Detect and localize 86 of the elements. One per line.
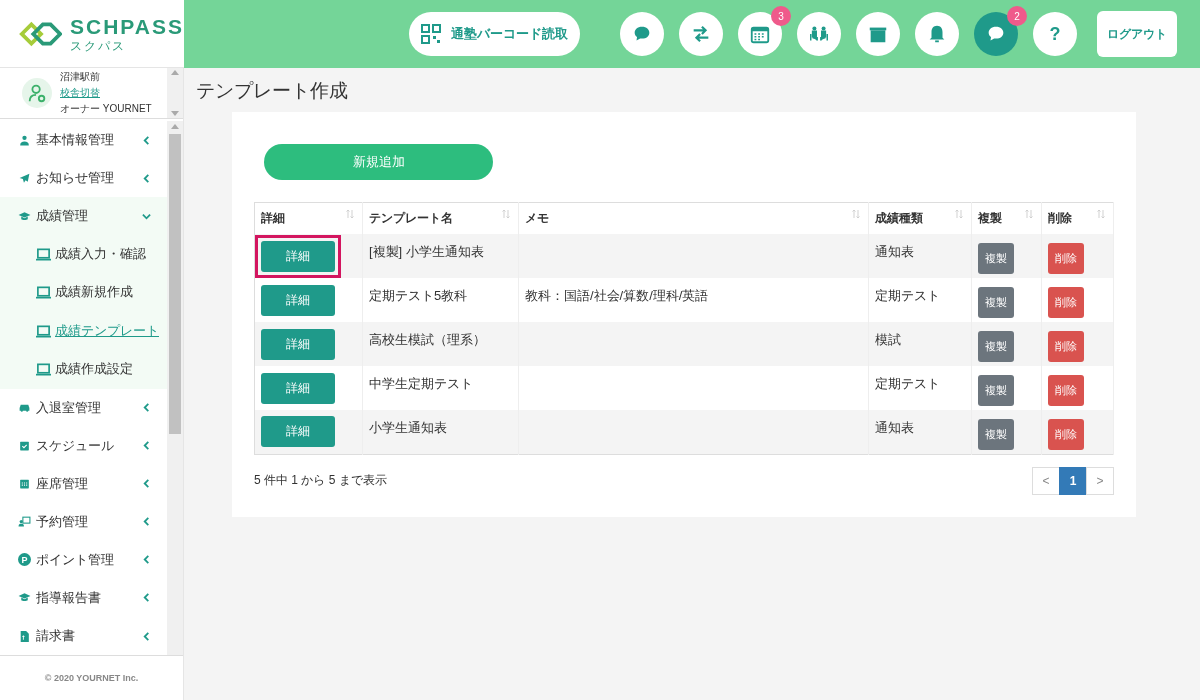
copy-button[interactable]: 複製 (978, 287, 1014, 318)
table-cell: 定期テスト (875, 376, 940, 391)
sidebar-item[interactable]: お知らせ管理 (0, 159, 167, 198)
person-icon (18, 133, 31, 147)
calendar-icon (18, 477, 31, 491)
sort-icon (502, 209, 510, 219)
table-cell: 高校生模試（理系） (369, 332, 486, 347)
delete-button[interactable]: 削除 (1048, 418, 1084, 450)
delete-button[interactable]: 削除 (1048, 243, 1084, 274)
table-cell: 通知表 (875, 244, 914, 259)
sidebar-item[interactable]: 予約管理 (0, 502, 167, 541)
detail-button[interactable]: 詳細 (261, 240, 335, 272)
logout-button[interactable]: ログアウト (1097, 11, 1177, 57)
laptop-icon (36, 248, 51, 262)
graduation-cap-icon (18, 209, 31, 223)
qr-code-icon (421, 24, 441, 44)
sort-icon (955, 209, 963, 219)
pagination-button[interactable]: > (1086, 466, 1114, 495)
table-cell: [複製] 小学生通知表 (369, 244, 484, 259)
sort-icon (852, 209, 860, 219)
laptop-icon (36, 286, 51, 300)
copy-button[interactable]: 複製 (978, 331, 1014, 362)
table-cell: 通知表 (875, 420, 914, 435)
paper-plane-icon (18, 171, 31, 185)
table-info: 5 件中 1 から 5 まで表示 (254, 472, 387, 489)
copy-button[interactable]: 複製 (978, 418, 1014, 450)
submenu-item[interactable]: 成績新規作成 (0, 273, 167, 312)
notification-badge: 2 (1007, 6, 1027, 26)
detail-button[interactable]: 詳細 (261, 328, 335, 360)
sidebar-item[interactable]: 入退室管理 (0, 388, 167, 427)
sidebar-item[interactable]: 基本情報管理 (0, 121, 167, 160)
user-role: オーナー YOURNET (60, 102, 152, 116)
sort-icon (346, 209, 354, 219)
detail-button[interactable]: 詳細 (261, 284, 335, 316)
header-icon-button[interactable] (738, 12, 782, 56)
sort-icon (1025, 209, 1033, 219)
presenter-icon (18, 515, 31, 529)
submenu-item[interactable]: 成績入力・確認 (0, 235, 167, 274)
sidebar-item[interactable]: 成績管理 (0, 197, 167, 236)
sidebar-item[interactable]: 請求書 (0, 617, 167, 656)
barcode-scan-button[interactable]: 通塾バーコード読取 (409, 12, 580, 56)
detail-button[interactable]: 詳細 (261, 416, 335, 448)
copyright-text: © 2020 YOURNET Inc. (0, 655, 183, 700)
add-new-button[interactable]: 新規追加 (264, 144, 493, 180)
delete-button[interactable]: 削除 (1048, 331, 1084, 362)
header-icon-button[interactable] (679, 12, 723, 56)
sidebar-item[interactable]: 座席管理 (0, 464, 167, 503)
sort-icon (1097, 209, 1105, 219)
table-cell: 教科：国語/社会/算数/理科/英語 (525, 288, 709, 303)
delete-button[interactable]: 削除 (1048, 287, 1084, 318)
table-cell: 定期テスト (875, 288, 940, 303)
laptop-icon (36, 324, 51, 338)
submenu-item[interactable]: 成績テンプレート (0, 312, 167, 351)
submenu-item[interactable]: 成績作成設定 (0, 350, 167, 389)
table-cell: 定期テスト5教科 (369, 288, 468, 303)
table-cell: 小学生通知表 (369, 420, 447, 435)
sidebar-item[interactable]: 指導報告書 (0, 578, 167, 617)
sidebar-item[interactable]: P ポイント管理 (0, 540, 167, 579)
scrollbar[interactable] (167, 68, 183, 118)
delete-button[interactable]: 削除 (1048, 375, 1084, 406)
pagination-button[interactable]: 1 (1059, 466, 1087, 495)
logo-subtitle: スクパス (70, 39, 128, 52)
table-cell: 模試 (875, 332, 901, 347)
help-button[interactable]: ? (1033, 12, 1077, 56)
logo-text: SCHPASS (70, 15, 184, 37)
sidebar-item[interactable]: スケジュール (0, 426, 167, 465)
header-icon-button[interactable] (797, 12, 841, 56)
point-coin-icon: P (18, 553, 31, 567)
scrollbar[interactable] (167, 121, 183, 655)
header-icon-button[interactable] (974, 12, 1018, 56)
header-icon-button[interactable] (856, 12, 900, 56)
header-icon-button[interactable] (915, 12, 959, 56)
copy-button[interactable]: 複製 (978, 243, 1014, 274)
laptop-icon (36, 362, 51, 376)
table-cell: 中学生定期テスト (369, 376, 473, 391)
detail-button[interactable]: 詳細 (261, 372, 335, 404)
user-avatar-icon (22, 78, 52, 108)
school-switch-link[interactable]: 校舎切替 (60, 85, 152, 101)
pagination-button[interactable]: < (1032, 466, 1060, 495)
document-icon (18, 629, 31, 643)
calendar-check-icon (18, 439, 31, 453)
header-icon-button[interactable] (620, 12, 664, 56)
notification-badge: 3 (771, 6, 791, 26)
copy-button[interactable]: 複製 (978, 375, 1014, 406)
school-name: 沼津駅前 (60, 70, 101, 84)
page-title: テンプレート作成 (196, 79, 349, 103)
